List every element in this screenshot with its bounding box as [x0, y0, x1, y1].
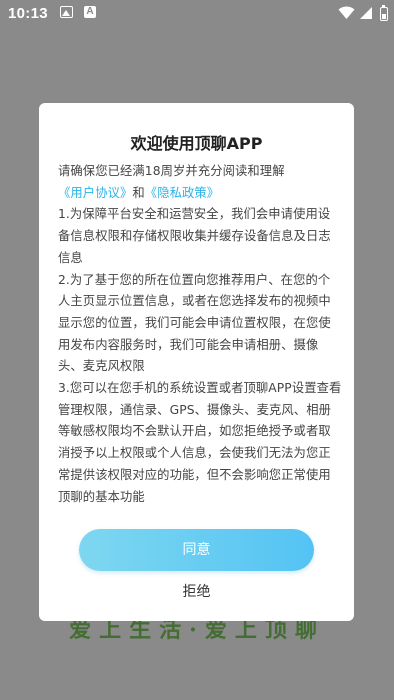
status-bar: 10:13 A [0, 0, 394, 28]
cellular-icon [360, 7, 372, 19]
battery-icon [380, 5, 388, 21]
dialog-intro: 请确保您已经满18周岁并充分阅读和理解 [58, 161, 342, 183]
policy-links: 《用户协议》和《隐私政策》 [58, 183, 342, 205]
clause-1: 1.为保障平台安全和运营安全，我们会申请使用设备信息权限和存储权限收集并缓存设备… [58, 207, 331, 265]
reject-button[interactable]: 拒绝 [39, 581, 354, 603]
a-icon: A [84, 6, 96, 18]
dialog-body: 请确保您已经满18周岁并充分阅读和理解 《用户协议》和《隐私政策》 1.为保障平… [58, 161, 342, 508]
dialog-title: 欢迎使用顶聊APP [130, 134, 263, 153]
wifi-icon [338, 6, 355, 19]
clause-2: 2.为了基于您的所在位置向您推荐用户、在您的个人主页显示位置信息，或者在您选择发… [58, 272, 331, 374]
clause-3: 3.您可以在您手机的系统设置或者顶聊APP设置查看管理权限，通信录、GPS、摄像… [58, 381, 342, 504]
image-icon [60, 6, 73, 18]
status-time: 10:13 [8, 5, 48, 22]
privacy-consent-dialog: 欢迎使用顶聊APP 请确保您已经满18周岁并充分阅读和理解 《用户协议》和《隐私… [39, 103, 354, 621]
user-agreement-link[interactable]: 《用户协议》 [58, 186, 132, 200]
agree-button[interactable]: 同意 [79, 529, 314, 571]
intro-text: 请确保您已经满18周岁并充分阅读和理解 [58, 164, 285, 178]
privacy-policy-link[interactable]: 《隐私政策》 [145, 186, 219, 200]
and-text: 和 [132, 185, 145, 200]
